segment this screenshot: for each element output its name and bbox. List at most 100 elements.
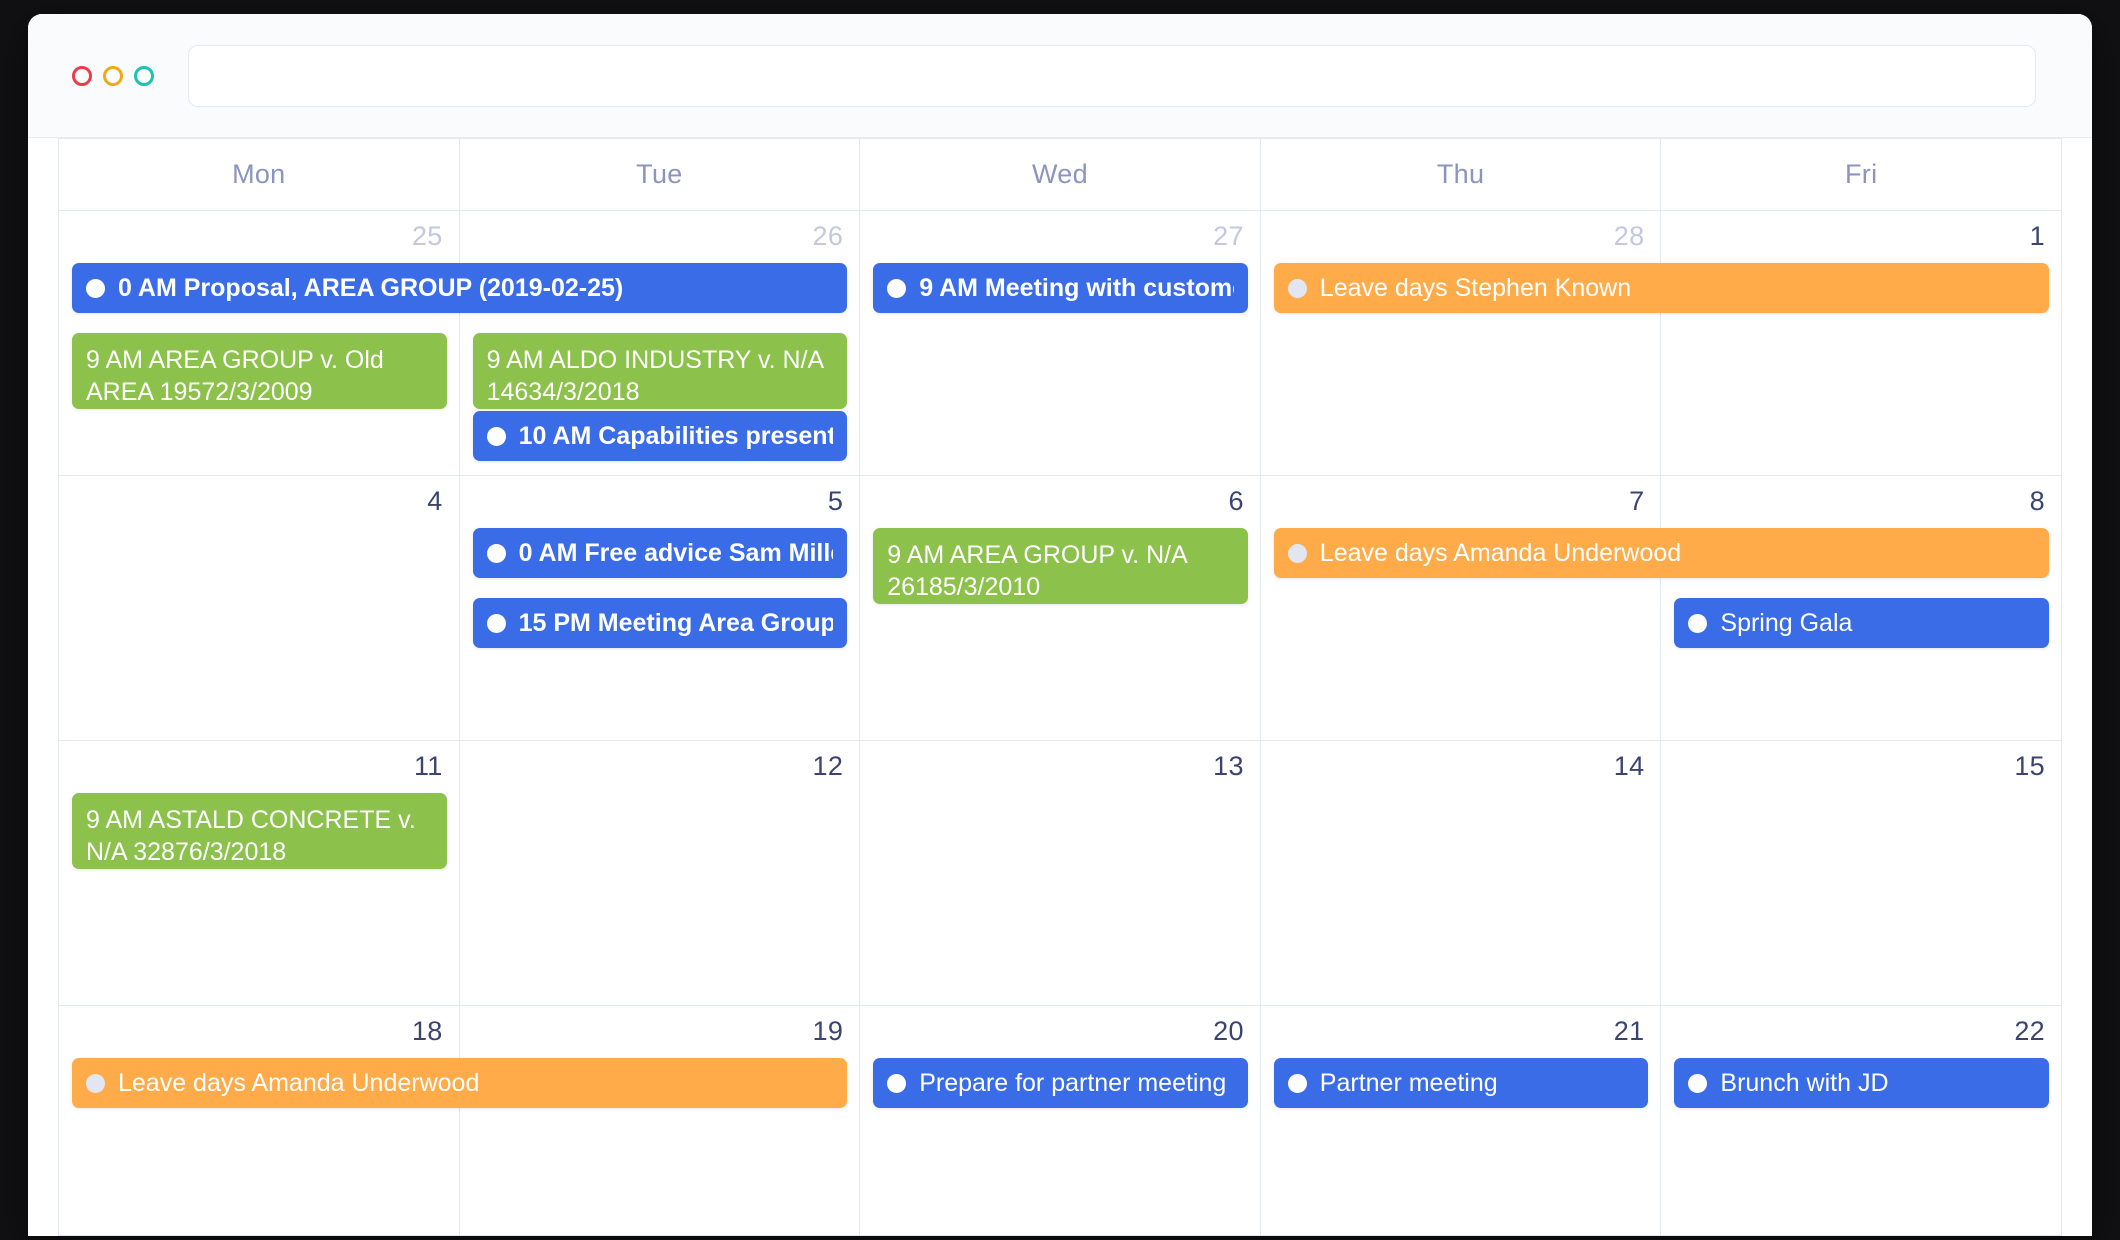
event-status-dot-icon [486,543,506,563]
event-status-dot-icon [1688,613,1708,633]
calendar-week-row: 11 12 13 14 15 9 AM ASTALD CONCRETE v. N/A 32… [59,741,2062,1006]
day-number: 27 [1213,221,1244,251]
close-window-button[interactable] [72,65,92,86]
calendar-event[interactable]: 10 AM Capabilities presentation [472,411,848,461]
event-status-dot-icon [1688,1073,1708,1093]
address-bar[interactable] [188,44,2036,107]
calendar-day-cell[interactable]: 7 [1260,476,1662,741]
weekday-header-tue: Tue [459,139,861,211]
calendar-event[interactable]: Spring Gala [1674,598,2049,648]
calendar-event[interactable]: Leave days Stephen Known [1273,263,2049,313]
calendar-day-cell[interactable]: 13 [860,741,1261,1006]
event-label: Leave days Amanda Underwood [1319,539,1682,567]
calendar-event[interactable]: Brunch with JD [1674,1058,2049,1108]
event-status-dot-icon [486,426,506,446]
calendar-day-cell[interactable]: 14 [1260,741,1662,1006]
event-status-dot-icon [1287,543,1307,563]
calendar-grid: Mon Tue Wed Thu Fri 25 26 27 28 1 0 AM Proposal, … [58,138,2062,1236]
calendar-event[interactable]: Leave days Amanda Underwood [1273,528,2049,578]
calendar-week-row: 25 26 27 28 1 0 AM Proposal, AREA GROUP (2019… [59,211,2062,476]
event-label: 9 AM Meeting with customer [919,274,1234,302]
calendar-day-cell[interactable]: 28 [1260,211,1662,476]
calendar-day-cell[interactable]: 20 [860,1006,1261,1236]
calendar-event[interactable]: 0 AM Free advice Sam Miller [472,528,848,578]
day-number: 5 [827,486,844,516]
calendar-view: Mon Tue Wed Thu Fri 25 26 27 28 1 0 AM Proposal, … [28,138,2092,1236]
day-number: 20 [1213,1016,1244,1046]
calendar-day-cell[interactable]: 21 [1260,1006,1662,1236]
day-number: 4 [427,486,443,516]
weekday-header-thu: Thu [1260,139,1662,211]
calendar-event[interactable]: 15 PM Meeting Area Group [472,598,848,648]
event-label: Prepare for partner meeting [919,1069,1227,1097]
browser-chrome [28,14,2092,138]
day-number: 1 [2029,221,2045,251]
day-number: 19 [812,1016,844,1046]
calendar-day-cell[interactable]: 27 [860,211,1261,476]
calendar-event[interactable]: Leave days Amanda Underwood [72,1058,848,1108]
window-controls [72,65,154,86]
calendar-event[interactable]: 9 AM AREA GROUP v. Old AREA 19572/3/2009 [72,333,447,409]
event-status-dot-icon [86,1073,105,1093]
event-status-dot-icon [887,278,907,298]
calendar-day-cell[interactable]: 12 [459,741,861,1006]
day-number: 12 [812,751,844,781]
calendar-event[interactable]: 9 AM Meeting with customer [873,263,1248,313]
event-label: 15 PM Meeting Area Group [518,609,834,637]
day-number: 15 [2014,751,2045,781]
day-number: 26 [812,221,844,251]
calendar-event[interactable]: 9 AM ASTALD CONCRETE v. N/A 32876/3/2018 [72,793,447,869]
event-label: 10 AM Capabilities presentation [518,422,834,450]
calendar-day-cell[interactable]: 1 [1661,211,2062,476]
calendar-event[interactable]: 9 AM AREA GROUP v. N/A 26185/3/2010 [873,528,1248,604]
calendar-day-cell[interactable]: 4 [59,476,460,741]
calendar-week-rows: 25 26 27 28 1 0 AM Proposal, AREA GROUP (2019… [59,211,2062,1236]
event-status-dot-icon [1287,278,1307,298]
event-status-dot-icon [1287,1073,1307,1093]
event-label: 9 AM ASTALD CONCRETE v. N/A 32876/3/2018 [86,806,416,866]
day-number: 28 [1613,221,1645,251]
calendar-day-cell[interactable]: 6 [860,476,1261,741]
calendar-day-cell[interactable]: 22 [1661,1006,2062,1236]
weekday-header-mon: Mon [59,139,460,211]
calendar-day-cell[interactable]: 15 [1661,741,2062,1006]
calendar-day-cell[interactable]: 19 [459,1006,861,1236]
browser-window: Mon Tue Wed Thu Fri 25 26 27 28 1 0 AM Proposal, … [28,14,2092,1236]
day-number: 22 [2014,1016,2045,1046]
day-number: 7 [1629,486,1645,516]
event-label: 9 AM AREA GROUP v. Old AREA 19572/3/2009 [86,346,384,406]
event-status-dot-icon [486,613,506,633]
day-number: 13 [1213,751,1244,781]
calendar-event[interactable]: 0 AM Proposal, AREA GROUP (2019-02-25) [72,263,848,313]
calendar-day-cell[interactable]: 18 [59,1006,460,1236]
minimize-window-button[interactable] [103,65,123,86]
calendar-event[interactable]: Partner meeting [1273,1058,1649,1108]
event-label: Leave days Stephen Known [1319,274,1632,302]
event-label: Brunch with JD [1720,1069,1889,1097]
event-label: 0 AM Proposal, AREA GROUP (2019-02-25) [118,274,624,302]
event-status-dot-icon [86,278,105,298]
event-label: Spring Gala [1720,609,1853,637]
calendar-week-row: 18 19 20 21 22 Leave days Amanda Underwood Pre… [59,1006,2062,1236]
day-number: 21 [1613,1016,1645,1046]
weekday-header-fri: Fri [1661,139,2062,211]
day-number: 25 [411,221,443,251]
day-number: 6 [1228,486,1244,516]
event-label: 0 AM Free advice Sam Miller [518,539,834,567]
event-label: Leave days Amanda Underwood [118,1069,480,1097]
event-status-dot-icon [887,1073,907,1093]
day-number: 11 [413,751,443,781]
weekday-header-row: Mon Tue Wed Thu Fri [59,139,2062,211]
event-label: 9 AM ALDO INDUSTRY v. N/A 14634/3/2018 [486,346,823,406]
calendar-day-cell[interactable]: 11 [59,741,460,1006]
event-label: Partner meeting [1319,1069,1498,1097]
event-label: 9 AM AREA GROUP v. N/A 26185/3/2010 [887,541,1187,601]
calendar-event[interactable]: Prepare for partner meeting [873,1058,1248,1108]
maximize-window-button[interactable] [134,65,154,86]
day-number: 18 [411,1016,443,1046]
day-number: 14 [1613,751,1645,781]
day-number: 8 [2029,486,2045,516]
calendar-event[interactable]: 9 AM ALDO INDUSTRY v. N/A 14634/3/2018 [472,333,848,409]
weekday-header-wed: Wed [860,139,1261,211]
calendar-week-row: 4 5 6 7 8 0 AM Free advice Sam Miller 9 AM ARE… [59,476,2062,741]
